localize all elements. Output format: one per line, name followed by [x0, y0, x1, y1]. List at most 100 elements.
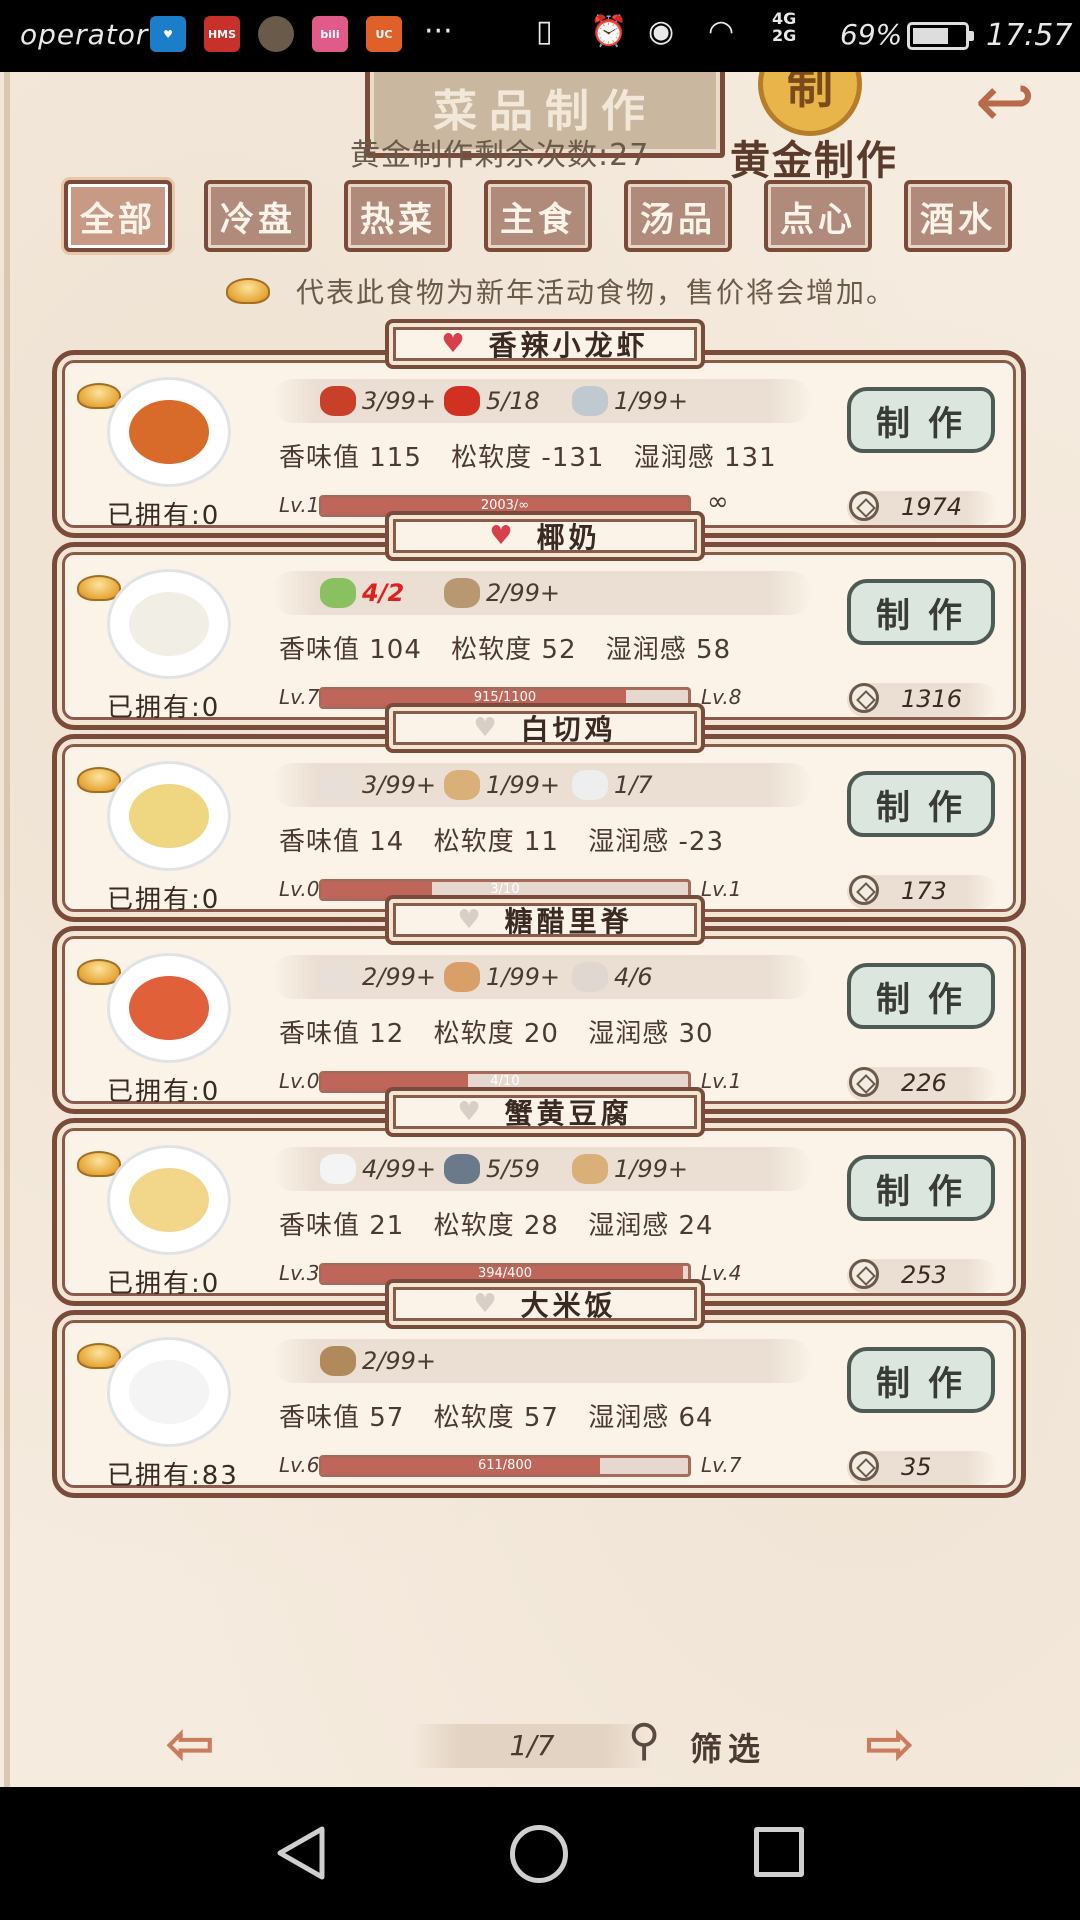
dish-stats: 香味值 12 松软度 20 湿润感 30: [279, 1013, 734, 1050]
owned-count: 已拥有:0: [107, 501, 221, 531]
moisture-value: 湿润感 -23: [588, 827, 724, 857]
make-button[interactable]: 制作: [847, 1155, 995, 1221]
aroma-value: 香味值 104: [279, 635, 422, 665]
aroma-value: 香味值 14: [279, 827, 405, 857]
dish-card: ♥ 蟹黄豆腐 已拥有:0 4/99+ 5/59 1/99+ 香味值 21 松软度…: [52, 1087, 1026, 1306]
ingredient: 2/99+: [320, 955, 436, 999]
ingredient: 5/59: [444, 1147, 540, 1191]
alarm-icon: ⏰: [590, 14, 628, 49]
favorite-heart-icon[interactable]: ♥: [473, 1291, 496, 1317]
ingredient-quantity: 3/99+: [362, 387, 437, 415]
ingredient-quantity: 5/18: [486, 387, 540, 415]
tab-5[interactable]: 点心: [764, 180, 872, 252]
aroma-value: 香味值 115: [279, 443, 422, 473]
crayfish-icon: [320, 386, 356, 416]
owned-count: 已拥有:0: [107, 1077, 221, 1107]
next-level: ∞: [707, 487, 729, 517]
favorite-heart-icon[interactable]: ♥: [457, 907, 480, 933]
favorite-heart-icon[interactable]: ♥: [473, 715, 496, 741]
food-icon: [129, 592, 209, 656]
barrel-icon: [444, 578, 480, 608]
ingredient-quantity: 5/59: [486, 1155, 540, 1183]
tab-2[interactable]: 热菜: [344, 180, 452, 252]
moisture-value: 湿润感 24: [588, 1211, 714, 1241]
ingredient-quantity: 1/99+: [614, 387, 689, 415]
food-icon: [129, 400, 209, 464]
next-level: Lv.7: [701, 1453, 742, 1477]
more-notifications-icon: ···: [424, 14, 453, 49]
gold-seal-icon[interactable]: 制: [758, 72, 862, 136]
coconut-icon: [320, 578, 356, 608]
tab-0[interactable]: 全部: [64, 180, 172, 252]
bottle-icon: [572, 770, 608, 800]
owned-count: 已拥有:0: [107, 693, 221, 723]
eye-comfort-icon: ◉: [648, 14, 675, 49]
tab-1[interactable]: 冷盘: [204, 180, 312, 252]
ingredient-quantity: 4/2: [362, 579, 405, 607]
ingredient-row: 4/99+ 5/59 1/99+: [272, 1147, 812, 1191]
dish-card: ♥ 椰奶 已拥有:0 4/2 2/99+ 香味值 104 松软度 52 湿润感 …: [52, 511, 1026, 730]
home-nav-icon[interactable]: [510, 1825, 568, 1883]
clock: 17:57: [986, 18, 1073, 53]
sale-price: 253: [901, 1261, 947, 1289]
current-level: Lv.3: [279, 1261, 320, 1285]
ingredient-quantity: 2/99+: [486, 579, 561, 607]
food-icon: [129, 784, 209, 848]
dish-name: 白切鸡: [520, 713, 617, 746]
coin-icon: [849, 491, 879, 521]
filter-button[interactable]: 筛选: [690, 1724, 766, 1770]
back-arrow-icon[interactable]: ↩: [950, 72, 1060, 137]
make-button[interactable]: 制作: [847, 963, 995, 1029]
softness-value: 松软度 20: [433, 1019, 559, 1049]
recent-apps-nav-icon[interactable]: [754, 1827, 804, 1877]
crab-icon: [444, 1154, 480, 1184]
dish-image: [107, 1337, 231, 1447]
uc-browser-app-icon: UC: [366, 16, 402, 52]
network-indicator: 4G 2G: [772, 10, 796, 44]
ingredient-quantity: 4/6: [614, 963, 653, 991]
next-level: Lv.8: [701, 685, 742, 709]
favorite-heart-icon[interactable]: ♥: [457, 1099, 480, 1125]
back-nav-icon[interactable]: [272, 1823, 332, 1883]
dish-title-plaque: ♥ 椰奶: [385, 511, 705, 561]
favorite-heart-icon[interactable]: ♥: [441, 331, 464, 357]
plate-icon: [572, 962, 608, 992]
health-app-icon: ♥: [150, 16, 186, 52]
make-button[interactable]: 制作: [847, 579, 995, 645]
food-icon: [129, 976, 209, 1040]
dish-image: [107, 1145, 231, 1255]
make-button[interactable]: 制作: [847, 771, 995, 837]
ingredient-row: 2/99+: [272, 1339, 812, 1383]
dish-image: [107, 569, 231, 679]
make-button[interactable]: 制作: [847, 387, 995, 453]
dish-title-plaque: ♥ 大米饭: [385, 1279, 705, 1329]
favorite-heart-icon[interactable]: ♥: [489, 523, 512, 549]
prev-page-arrow-icon[interactable]: ⇦: [140, 1714, 240, 1774]
make-button[interactable]: 制作: [847, 1347, 995, 1413]
softness-value: 松软度 -131: [451, 443, 605, 473]
network-bottom: 2G: [772, 26, 797, 45]
price-row: 253: [847, 1259, 997, 1293]
magnifier-icon[interactable]: ⚲: [628, 1716, 678, 1766]
ingredient: 1/7: [572, 763, 653, 807]
ingredient: 1/99+: [444, 763, 560, 807]
moisture-value: 湿润感 131: [633, 443, 777, 473]
dish-name: 糖醋里脊: [504, 905, 633, 938]
coin-icon: [849, 1259, 879, 1289]
ingredient-quantity: 3/99+: [362, 771, 437, 799]
dish-title-plaque: ♥ 白切鸡: [385, 703, 705, 753]
dish-stats: 香味值 21 松软度 28 湿润感 24: [279, 1205, 734, 1242]
current-level: Lv.0: [279, 877, 320, 901]
next-page-arrow-icon[interactable]: ⇨: [840, 1714, 940, 1774]
ingredient-row: 2/99+ 1/99+ 4/6: [272, 955, 812, 999]
dish-card: ♥ 香辣小龙虾 已拥有:0 3/99+ 5/18 1/99+ 香味值 115 松…: [52, 319, 1026, 538]
dish-stats: 香味值 104 松软度 52 湿润感 58: [279, 629, 751, 666]
tab-3[interactable]: 主食: [484, 180, 592, 252]
tab-4[interactable]: 汤品: [624, 180, 732, 252]
operator-name: operator: [20, 18, 149, 51]
dish-name: 香辣小龙虾: [488, 329, 649, 362]
tab-6[interactable]: 酒水: [904, 180, 1012, 252]
event-notice: 代表此食物为新年活动食物，售价将会增加。: [226, 268, 896, 314]
gold-remaining-count: 黄金制作剩余次数:27: [350, 138, 650, 173]
gold-making-button[interactable]: 黄金制作: [730, 128, 898, 186]
